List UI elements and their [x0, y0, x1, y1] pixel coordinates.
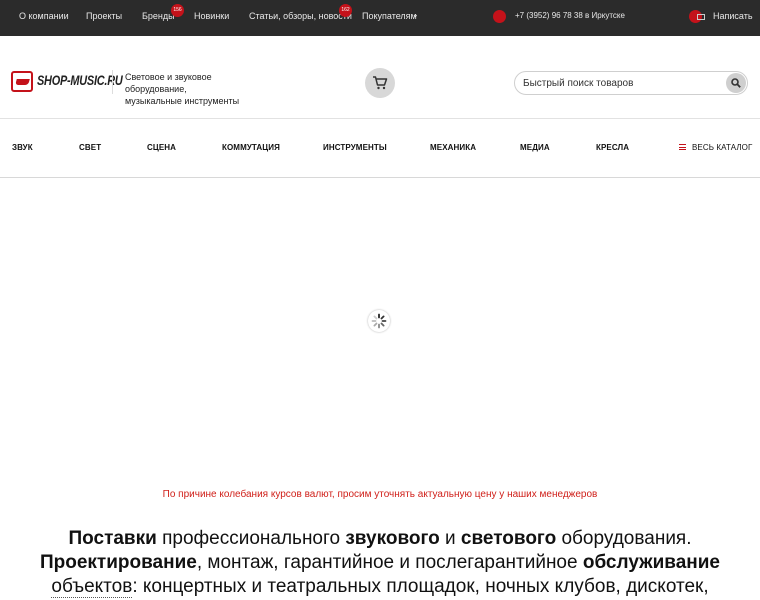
logo-mark[interactable] [11, 71, 33, 92]
headline-bold-light: светового [460, 528, 557, 549]
search-box [514, 71, 748, 95]
phone-icon [493, 10, 506, 23]
headline-bold-design: Проектирование [39, 552, 197, 573]
headline-text: профессионального [156, 528, 346, 549]
write-link[interactable]: Написать [713, 11, 753, 21]
tagline-line-2: музыкальные инструменты [125, 96, 240, 106]
topbar-link-buyers[interactable]: Покупателям [362, 11, 417, 21]
search-icon [731, 78, 741, 88]
nav-item-stage[interactable]: СЦЕНА [147, 143, 176, 152]
nav-item-instruments[interactable]: ИНСТРУМЕНТЫ [323, 143, 387, 152]
headline-bold-supply: Поставки [68, 528, 157, 549]
tagline-line-1: Световое и звуковое оборудование, [125, 72, 212, 94]
topbar-link-brands[interactable]: Бренды [142, 11, 175, 21]
nav-item-sound[interactable]: ЗВУК [12, 143, 33, 152]
cart-icon [373, 76, 388, 90]
phone-number[interactable]: +7 (3952) 96 78 38 в Иркутске [515, 11, 625, 20]
headline-bold-sound: звукового [345, 528, 440, 549]
chevron-down-icon: ⌄ [412, 10, 419, 19]
headline-text: : концертных и театральных площадок, ноч… [132, 576, 709, 597]
top-bar: О компании Проекты Бренды 156 Новинки Ст… [0, 0, 760, 36]
search-input[interactable] [523, 75, 723, 91]
headline-text: , монтаж, гарантийное и послегарантийное [196, 552, 583, 573]
mail-icon [697, 14, 705, 20]
headline-line-3: объектов: концертных и театральных площа… [0, 575, 760, 599]
headline-text: оборудования. [556, 528, 692, 549]
topbar-link-projects[interactable]: Проекты [86, 11, 122, 21]
nav-catalog-link[interactable]: ВЕСЬ КАТАЛОГ [692, 143, 752, 152]
nav-item-commutation[interactable]: КОММУТАЦИЯ [222, 143, 280, 152]
loader-icon [371, 313, 387, 329]
price-notice: По причине колебания курсов валют, проси… [162, 489, 598, 500]
intro-headline: Поставки профессионального звукового и с… [0, 527, 760, 599]
brands-count-badge: 156 [171, 4, 184, 17]
logo-text[interactable]: SHOP-MUSIC.RU [37, 72, 123, 88]
headline-line-2: Проектирование, монтаж, гарантийное и по… [0, 551, 760, 575]
topbar-link-new[interactable]: Новинки [194, 11, 229, 21]
topbar-link-about[interactable]: О компании [19, 11, 69, 21]
headline-line-1: Поставки профессионального звукового и с… [0, 527, 760, 551]
nav-divider [0, 177, 760, 178]
topbar-link-articles[interactable]: Статьи, обзоры, новости [249, 11, 352, 21]
header-divider [0, 118, 760, 119]
articles-count-badge: 162 [339, 4, 352, 17]
nav-item-light[interactable]: СВЕТ [79, 143, 101, 152]
logo-divider [112, 70, 113, 94]
headline-bold-service: обслуживание [582, 552, 720, 573]
loading-spinner [368, 310, 390, 332]
menu-icon [679, 144, 686, 150]
nav-item-chairs[interactable]: КРЕСЛА [596, 143, 629, 152]
nav-item-mechanics[interactable]: МЕХАНИКА [430, 143, 476, 152]
headline-text: и [439, 528, 461, 549]
cart-button[interactable] [365, 68, 395, 98]
site-tagline: Световое и звуковое оборудование, музыка… [125, 71, 275, 107]
nav-item-media[interactable]: МЕДИА [520, 143, 550, 152]
search-button[interactable] [726, 73, 746, 93]
objects-link[interactable]: объектов [51, 576, 133, 598]
